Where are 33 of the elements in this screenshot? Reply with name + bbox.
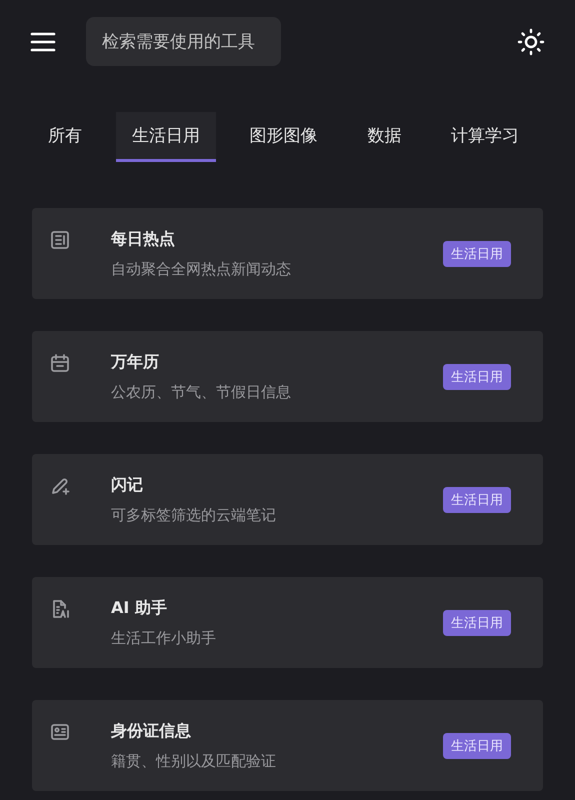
tool-card[interactable]: 闪记 可多标签筛选的云端笔记 生活日用 (32, 454, 543, 545)
sun-icon[interactable] (517, 28, 545, 56)
tool-title: 身份证信息 (111, 720, 192, 742)
category-tag: 生活日用 (443, 610, 511, 636)
tool-card[interactable]: 每日热点 自动聚合全网热点新闻动态 生活日用 (32, 208, 543, 299)
category-tab[interactable]: 数据 (351, 112, 418, 162)
category-tag: 生活日用 (443, 732, 511, 758)
tool-description: 公农历、节气、节假日信息 (111, 382, 292, 402)
tool-card[interactable]: 身份证信息 籍贯、性别以及匹配验证 生活日用 (32, 700, 543, 791)
category-tab[interactable]: 生活日用 (116, 112, 216, 162)
pencil-plus-icon (50, 476, 70, 496)
category-tab[interactable]: 计算学习 (435, 112, 535, 162)
category-tab[interactable]: 图形图像 (234, 112, 334, 162)
tool-card[interactable]: AI 助手 生活工作小助手 生活日用 (32, 577, 543, 668)
tool-description: 可多标签筛选的云端笔记 (111, 506, 277, 524)
tool-description: 生活工作小助手 (111, 628, 217, 648)
tool-description: 自动聚合全网热点新闻动态 (111, 260, 292, 278)
id-card-icon (50, 722, 70, 742)
calendar-icon (50, 353, 70, 373)
category-tag: 生活日用 (443, 486, 511, 512)
newspaper-icon (50, 230, 70, 250)
menu-button[interactable] (30, 30, 56, 52)
tool-title: AI 助手 (111, 598, 168, 618)
tool-description: 籍贯、性别以及匹配验证 (111, 752, 277, 770)
tool-title: 万年历 (111, 352, 160, 372)
search-field[interactable]: 检索需要使用的工具 (86, 17, 281, 66)
category-tag: 生活日用 (443, 240, 511, 266)
category-tag: 生活日用 (443, 364, 511, 390)
document-icon (50, 599, 70, 619)
category-tab[interactable]: 所有 (32, 112, 98, 162)
tool-title: 闪记 (111, 474, 144, 496)
tool-card[interactable]: 万年历 公农历、节气、节假日信息 生活日用 (32, 331, 543, 422)
tool-title: 每日热点 (111, 228, 176, 250)
